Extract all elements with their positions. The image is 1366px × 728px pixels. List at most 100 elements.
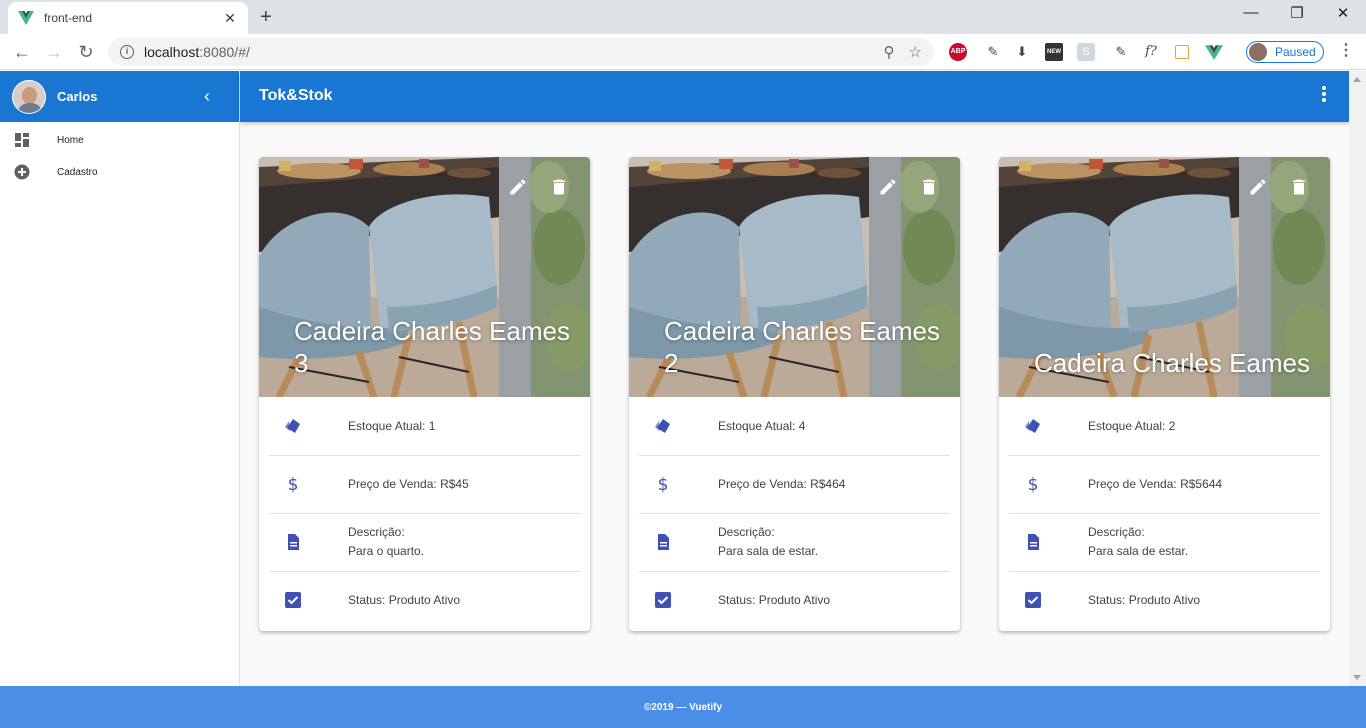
status-text: Status: Produto Ativo (1088, 592, 1201, 607)
profile-avatar (1249, 43, 1267, 61)
svg-text:$: $ (1028, 475, 1039, 494)
svg-text:$: $ (288, 475, 299, 494)
add-circle-icon (14, 164, 30, 180)
window-close-icon[interactable]: ✕ (1320, 4, 1366, 22)
edit-icon[interactable] (508, 177, 528, 197)
description-text: Para sala de estar. (1088, 544, 1189, 558)
formula-extension-icon[interactable]: f? (1142, 43, 1160, 61)
description-label: Descrição: (348, 525, 405, 539)
description-row: Descrição: Para sala de estar. (629, 513, 960, 571)
drawer-header: Carlos ‹ (0, 71, 239, 122)
tag-icon (285, 419, 300, 433)
profile-status: Paused (1275, 45, 1316, 59)
site-info-icon[interactable]: i (120, 45, 134, 59)
download-extension-icon[interactable]: ⬇ (1013, 43, 1031, 61)
stock-text: Estoque Atual: 2 (1088, 418, 1176, 433)
status-row: Status: Produto Ativo (999, 571, 1330, 629)
tab-title: front-end (44, 11, 93, 25)
browser-tabstrip: front-end ✕ + — ❐ ✕ (0, 0, 1366, 34)
product-image: Cadeira Charles Eames (999, 157, 1330, 397)
tag-icon (1025, 419, 1040, 433)
stock-text: Estoque Atual: 1 (348, 418, 436, 433)
more-vert-icon[interactable] (1321, 85, 1327, 107)
zoom-icon[interactable]: ⚲ (884, 43, 895, 61)
tag-icon (655, 419, 670, 433)
forward-icon[interactable]: → (42, 40, 66, 64)
app-title: Tok&Stok (259, 87, 333, 104)
chevron-left-icon[interactable]: ‹ (195, 86, 219, 107)
news-extension-icon[interactable]: NEW (1045, 43, 1063, 61)
new-tab-button[interactable]: + (260, 6, 272, 28)
address-bar[interactable]: i localhost:8080/#/ ⚲ ☆ (108, 38, 934, 66)
product-title: Cadeira Charles Eames 2 (664, 316, 941, 378)
dashboard-icon (15, 133, 29, 147)
status-row: Status: Produto Ativo (259, 571, 590, 629)
description-label: Descrição: (718, 525, 775, 539)
product-card: Cadeira Charles Eames Estoque Atual: 2 $… (999, 157, 1330, 631)
back-icon[interactable]: ← (10, 40, 34, 64)
scroll-up-icon[interactable] (1353, 77, 1361, 82)
page-scrollbar[interactable] (1349, 71, 1366, 686)
edit-icon[interactable] (1248, 177, 1268, 197)
dollar-icon: $ (658, 475, 669, 494)
price-row: $ Preço de Venda: R$5644 (999, 455, 1330, 513)
sidebar-item-label: Home (57, 134, 84, 146)
reload-icon[interactable]: ↻ (74, 40, 98, 64)
tab-close-icon[interactable]: ✕ (222, 10, 238, 27)
product-image: Cadeira Charles Eames 3 (259, 157, 590, 397)
description-text: Para sala de estar. (718, 544, 819, 558)
url-text[interactable]: localhost:8080/#/ (144, 44, 870, 60)
s-extension-icon[interactable]: S (1077, 43, 1095, 61)
edit-icon[interactable] (878, 177, 898, 197)
picker-extension-icon[interactable]: ✎ (1112, 43, 1130, 61)
checkbox-icon[interactable] (283, 590, 303, 610)
delete-icon[interactable] (549, 177, 569, 197)
restore-icon[interactable]: ❐ (1274, 4, 1320, 22)
navigation-drawer: Carlos ‹ Home Cadastro (0, 71, 240, 686)
bookmark-star-icon[interactable]: ☆ (909, 43, 922, 61)
stock-text: Estoque Atual: 4 (718, 418, 806, 433)
sidebar-item-home[interactable]: Home (0, 124, 239, 156)
eyedropper-extension-icon[interactable]: ✎ (984, 43, 1002, 61)
browser-tab[interactable]: front-end ✕ (8, 2, 248, 34)
scroll-down-icon[interactable] (1353, 675, 1361, 680)
document-icon (658, 534, 669, 550)
status-text: Status: Produto Ativo (718, 592, 831, 607)
vue-devtools-icon[interactable] (1205, 43, 1223, 61)
description-row: Descrição: Para sala de estar. (999, 513, 1330, 571)
sidebar-item-cadastro[interactable]: Cadastro (0, 156, 239, 188)
price-text: Preço de Venda: R$5644 (1088, 476, 1223, 491)
product-image: Cadeira Charles Eames 2 (629, 157, 960, 397)
vue-logo-icon (18, 11, 34, 25)
description-label: Descrição: (1088, 525, 1145, 539)
delete-icon[interactable] (919, 177, 939, 197)
browser-menu-icon[interactable]: ⋮ (1338, 42, 1354, 60)
avatar (12, 79, 46, 114)
footer-text: ©2019 — Vuetify (643, 701, 723, 713)
dollar-icon: $ (1028, 475, 1039, 494)
user-name: Carlos (57, 89, 98, 104)
price-text: Preço de Venda: R$464 (718, 476, 846, 491)
stock-row: Estoque Atual: 4 (629, 397, 960, 455)
profile-button[interactable]: Paused (1246, 41, 1324, 63)
footer: ©2019 — Vuetify (0, 686, 1366, 728)
product-card: Cadeira Charles Eames 3 Estoque Atual: 1… (259, 157, 590, 631)
checkbox-icon[interactable] (653, 590, 673, 610)
status-text: Status: Produto Ativo (348, 592, 461, 607)
dollar-icon: $ (288, 475, 299, 494)
sidebar-item-label: Cadastro (57, 166, 98, 178)
minimize-icon[interactable]: — (1228, 4, 1274, 21)
checkbox-icon[interactable] (1023, 590, 1043, 610)
calendar-extension-icon[interactable] (1175, 45, 1189, 59)
app-bar: Tok&Stok (240, 71, 1349, 122)
document-icon (1028, 534, 1039, 550)
product-title: Cadeira Charles Eames (1034, 348, 1311, 378)
price-text: Preço de Venda: R$45 (348, 476, 469, 491)
adblock-extension-icon[interactable]: ABP (949, 43, 967, 61)
price-row: $ Preço de Venda: R$464 (629, 455, 960, 513)
stock-row: Estoque Atual: 1 (259, 397, 590, 455)
description-row: Descrição: Para o quarto. (259, 513, 590, 571)
product-title: Cadeira Charles Eames 3 (294, 316, 571, 378)
document-icon (288, 534, 299, 550)
delete-icon[interactable] (1289, 177, 1309, 197)
